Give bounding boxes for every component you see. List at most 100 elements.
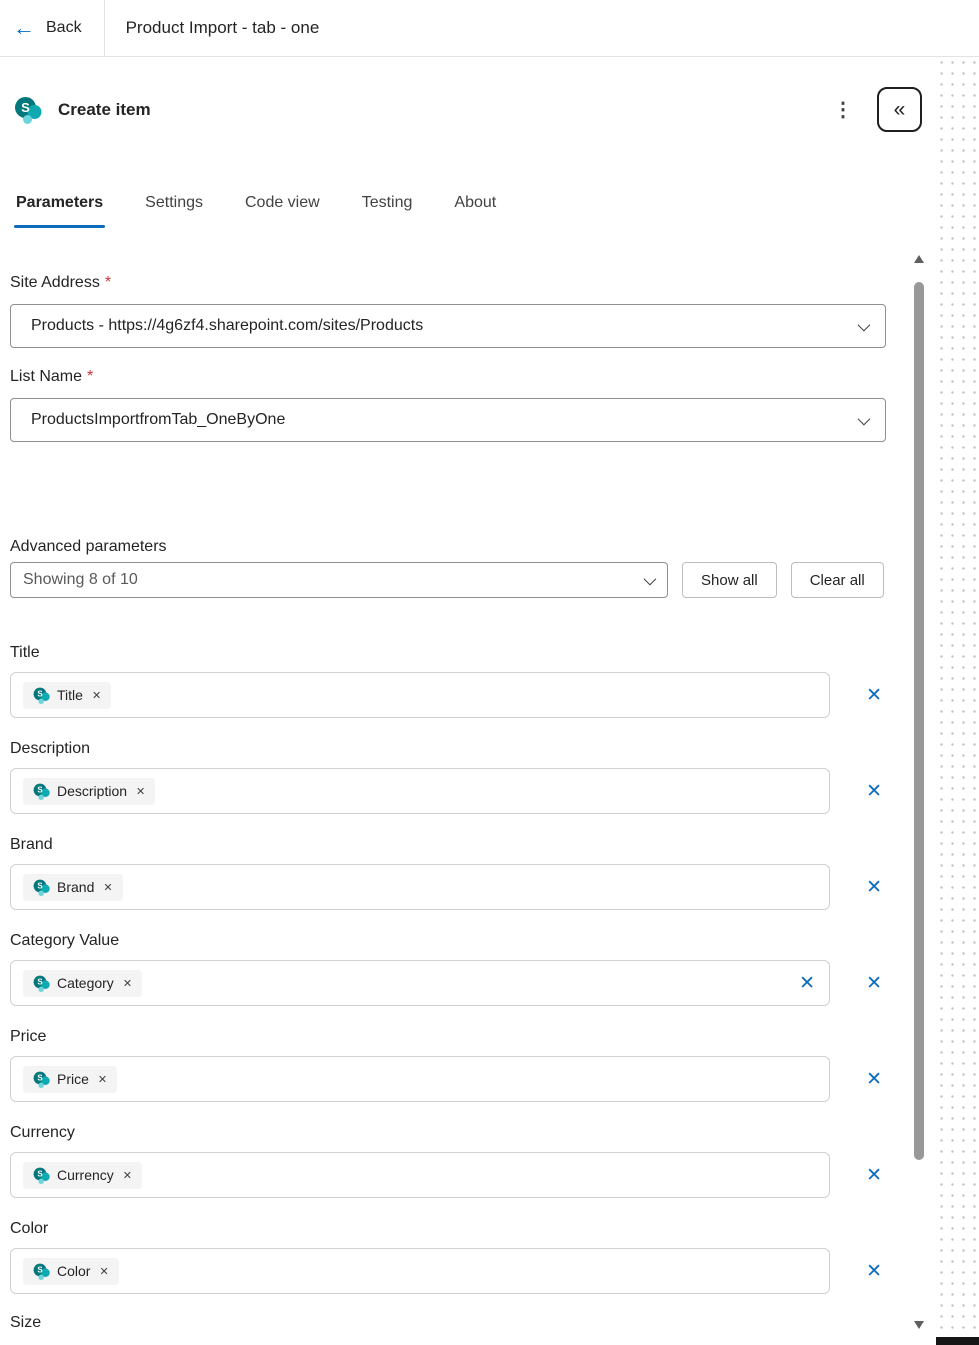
action-title: Create item bbox=[58, 100, 151, 120]
advanced-parameters-dropdown[interactable]: Showing 8 of 10 bbox=[10, 562, 668, 598]
tab-code-view[interactable]: Code view bbox=[243, 194, 322, 228]
scroll-down-icon[interactable] bbox=[914, 1321, 924, 1329]
advanced-summary: Showing 8 of 10 bbox=[23, 571, 138, 589]
svg-text:S: S bbox=[37, 689, 42, 698]
sharepoint-icon: S bbox=[33, 783, 50, 800]
panel-header: S Create item ⋮ « bbox=[14, 87, 922, 132]
token-fields: Title S Title ✕ ✕ bbox=[10, 642, 886, 1294]
remove-token-icon[interactable]: ✕ bbox=[98, 1073, 107, 1086]
tab-testing[interactable]: Testing bbox=[360, 194, 415, 228]
token-field-row: Brand S Brand ✕ ✕ bbox=[10, 834, 886, 910]
clear-field-icon[interactable]: ✕ bbox=[866, 684, 882, 707]
clear-field-icon[interactable]: ✕ bbox=[866, 1164, 882, 1187]
token-input[interactable]: S Color ✕ bbox=[10, 1248, 830, 1294]
dynamic-content-pill[interactable]: S Brand ✕ bbox=[23, 874, 123, 901]
site-address-dropdown[interactable]: Products - https://4g6zf4.sharepoint.com… bbox=[10, 304, 886, 348]
svg-text:S: S bbox=[37, 881, 42, 890]
remove-token-icon[interactable]: ✕ bbox=[123, 1169, 132, 1182]
token-field-row: Color S Color ✕ ✕ bbox=[10, 1218, 886, 1294]
list-name-label: List Name* bbox=[10, 366, 886, 388]
tab-settings[interactable]: Settings bbox=[143, 194, 205, 228]
back-button[interactable]: ← Back bbox=[0, 0, 104, 56]
parameters-content: Site Address* Products - https://4g6zf4.… bbox=[10, 272, 886, 1332]
back-arrow-icon: ← bbox=[13, 17, 35, 39]
sharepoint-icon: S bbox=[33, 1167, 50, 1184]
clear-field-inner-icon[interactable]: ✕ bbox=[799, 972, 815, 995]
remove-token-icon[interactable]: ✕ bbox=[99, 1265, 108, 1278]
collapse-icon: « bbox=[894, 98, 906, 122]
sharepoint-icon: S bbox=[33, 1071, 50, 1088]
token-field-row: Title S Title ✕ ✕ bbox=[10, 642, 886, 718]
flow-title: Product Import - tab - one bbox=[126, 18, 320, 38]
tab-parameters[interactable]: Parameters bbox=[14, 194, 105, 228]
clear-field-icon[interactable]: ✕ bbox=[866, 780, 882, 803]
token-input[interactable]: S Description ✕ bbox=[10, 768, 830, 814]
remove-token-icon[interactable]: ✕ bbox=[103, 881, 112, 894]
size-field-label: Size bbox=[10, 1314, 886, 1332]
field-label: Currency bbox=[10, 1122, 886, 1144]
field-label: Color bbox=[10, 1218, 886, 1240]
token-field-row: Category Value S Category ✕ ✕ bbox=[10, 930, 886, 1006]
svg-text:S: S bbox=[37, 1265, 42, 1274]
scroll-up-icon[interactable] bbox=[914, 255, 924, 263]
clear-all-button[interactable]: Clear all bbox=[791, 562, 884, 598]
token-input[interactable]: S Price ✕ bbox=[10, 1056, 830, 1102]
dynamic-content-pill[interactable]: S Price ✕ bbox=[23, 1066, 117, 1093]
chevron-down-icon bbox=[858, 318, 871, 331]
token-input[interactable]: S Brand ✕ bbox=[10, 864, 830, 910]
action-config-panel: S Create item ⋮ « Parameters Settings Co… bbox=[0, 57, 936, 1345]
field-label: Description bbox=[10, 738, 886, 760]
token-field-row: Description S Description ✕ bbox=[10, 738, 886, 814]
top-bar: ← Back Product Import - tab - one bbox=[0, 0, 979, 57]
scrollbar-thumb[interactable] bbox=[914, 282, 924, 1160]
sharepoint-icon: S bbox=[33, 975, 50, 992]
main-area: S Create item ⋮ « Parameters Settings Co… bbox=[0, 57, 979, 1345]
field-label: Brand bbox=[10, 834, 886, 856]
clear-field-icon[interactable]: ✕ bbox=[866, 1068, 882, 1091]
more-options-icon[interactable]: ⋮ bbox=[825, 93, 861, 126]
site-address-label: Site Address* bbox=[10, 272, 886, 294]
advanced-parameters-label: Advanced parameters bbox=[10, 538, 886, 556]
sharepoint-icon: S bbox=[33, 687, 50, 704]
topbar-divider bbox=[104, 0, 105, 57]
show-all-button[interactable]: Show all bbox=[682, 562, 777, 598]
svg-text:S: S bbox=[21, 100, 30, 115]
tab-bar: Parameters Settings Code view Testing Ab… bbox=[14, 194, 936, 228]
svg-text:S: S bbox=[37, 1169, 42, 1178]
token-input[interactable]: S Currency ✕ bbox=[10, 1152, 830, 1198]
clear-field-icon[interactable]: ✕ bbox=[866, 1260, 882, 1283]
dynamic-content-pill[interactable]: S Title ✕ bbox=[23, 682, 111, 709]
svg-text:S: S bbox=[37, 977, 42, 986]
required-asterisk: * bbox=[105, 274, 111, 291]
dynamic-content-pill[interactable]: S Category ✕ bbox=[23, 970, 142, 997]
required-asterisk: * bbox=[87, 368, 93, 385]
bottom-bar bbox=[936, 1337, 979, 1345]
list-name-value: ProductsImportfromTab_OneByOne bbox=[31, 411, 285, 429]
clear-field-icon[interactable]: ✕ bbox=[866, 876, 882, 899]
collapse-panel-button[interactable]: « bbox=[877, 87, 922, 132]
token-field-row: Price S Price ✕ ✕ bbox=[10, 1026, 886, 1102]
sharepoint-icon: S bbox=[33, 879, 50, 896]
field-label: Title bbox=[10, 642, 886, 664]
clear-field-icon[interactable]: ✕ bbox=[866, 972, 882, 995]
sharepoint-icon: S bbox=[14, 96, 42, 124]
remove-token-icon[interactable]: ✕ bbox=[92, 689, 101, 702]
svg-text:S: S bbox=[37, 1073, 42, 1082]
remove-token-icon[interactable]: ✕ bbox=[123, 977, 132, 990]
sharepoint-icon: S bbox=[33, 1263, 50, 1280]
token-input[interactable]: S Title ✕ bbox=[10, 672, 830, 718]
designer-canvas-strip bbox=[936, 57, 979, 1345]
remove-token-icon[interactable]: ✕ bbox=[136, 785, 145, 798]
token-input[interactable]: S Category ✕ ✕ bbox=[10, 960, 830, 1006]
advanced-parameters-row: Showing 8 of 10 Show all Clear all bbox=[10, 562, 886, 598]
token-field-row: Currency S Currency ✕ bbox=[10, 1122, 886, 1198]
chevron-down-icon bbox=[858, 412, 871, 425]
scrollbar[interactable] bbox=[911, 250, 927, 1334]
dynamic-content-pill[interactable]: S Description ✕ bbox=[23, 778, 155, 805]
dynamic-content-pill[interactable]: S Color ✕ bbox=[23, 1258, 119, 1285]
header-actions: ⋮ « bbox=[825, 87, 922, 132]
chevron-down-icon bbox=[644, 572, 657, 585]
list-name-dropdown[interactable]: ProductsImportfromTab_OneByOne bbox=[10, 398, 886, 442]
dynamic-content-pill[interactable]: S Currency ✕ bbox=[23, 1162, 142, 1189]
tab-about[interactable]: About bbox=[452, 194, 498, 228]
